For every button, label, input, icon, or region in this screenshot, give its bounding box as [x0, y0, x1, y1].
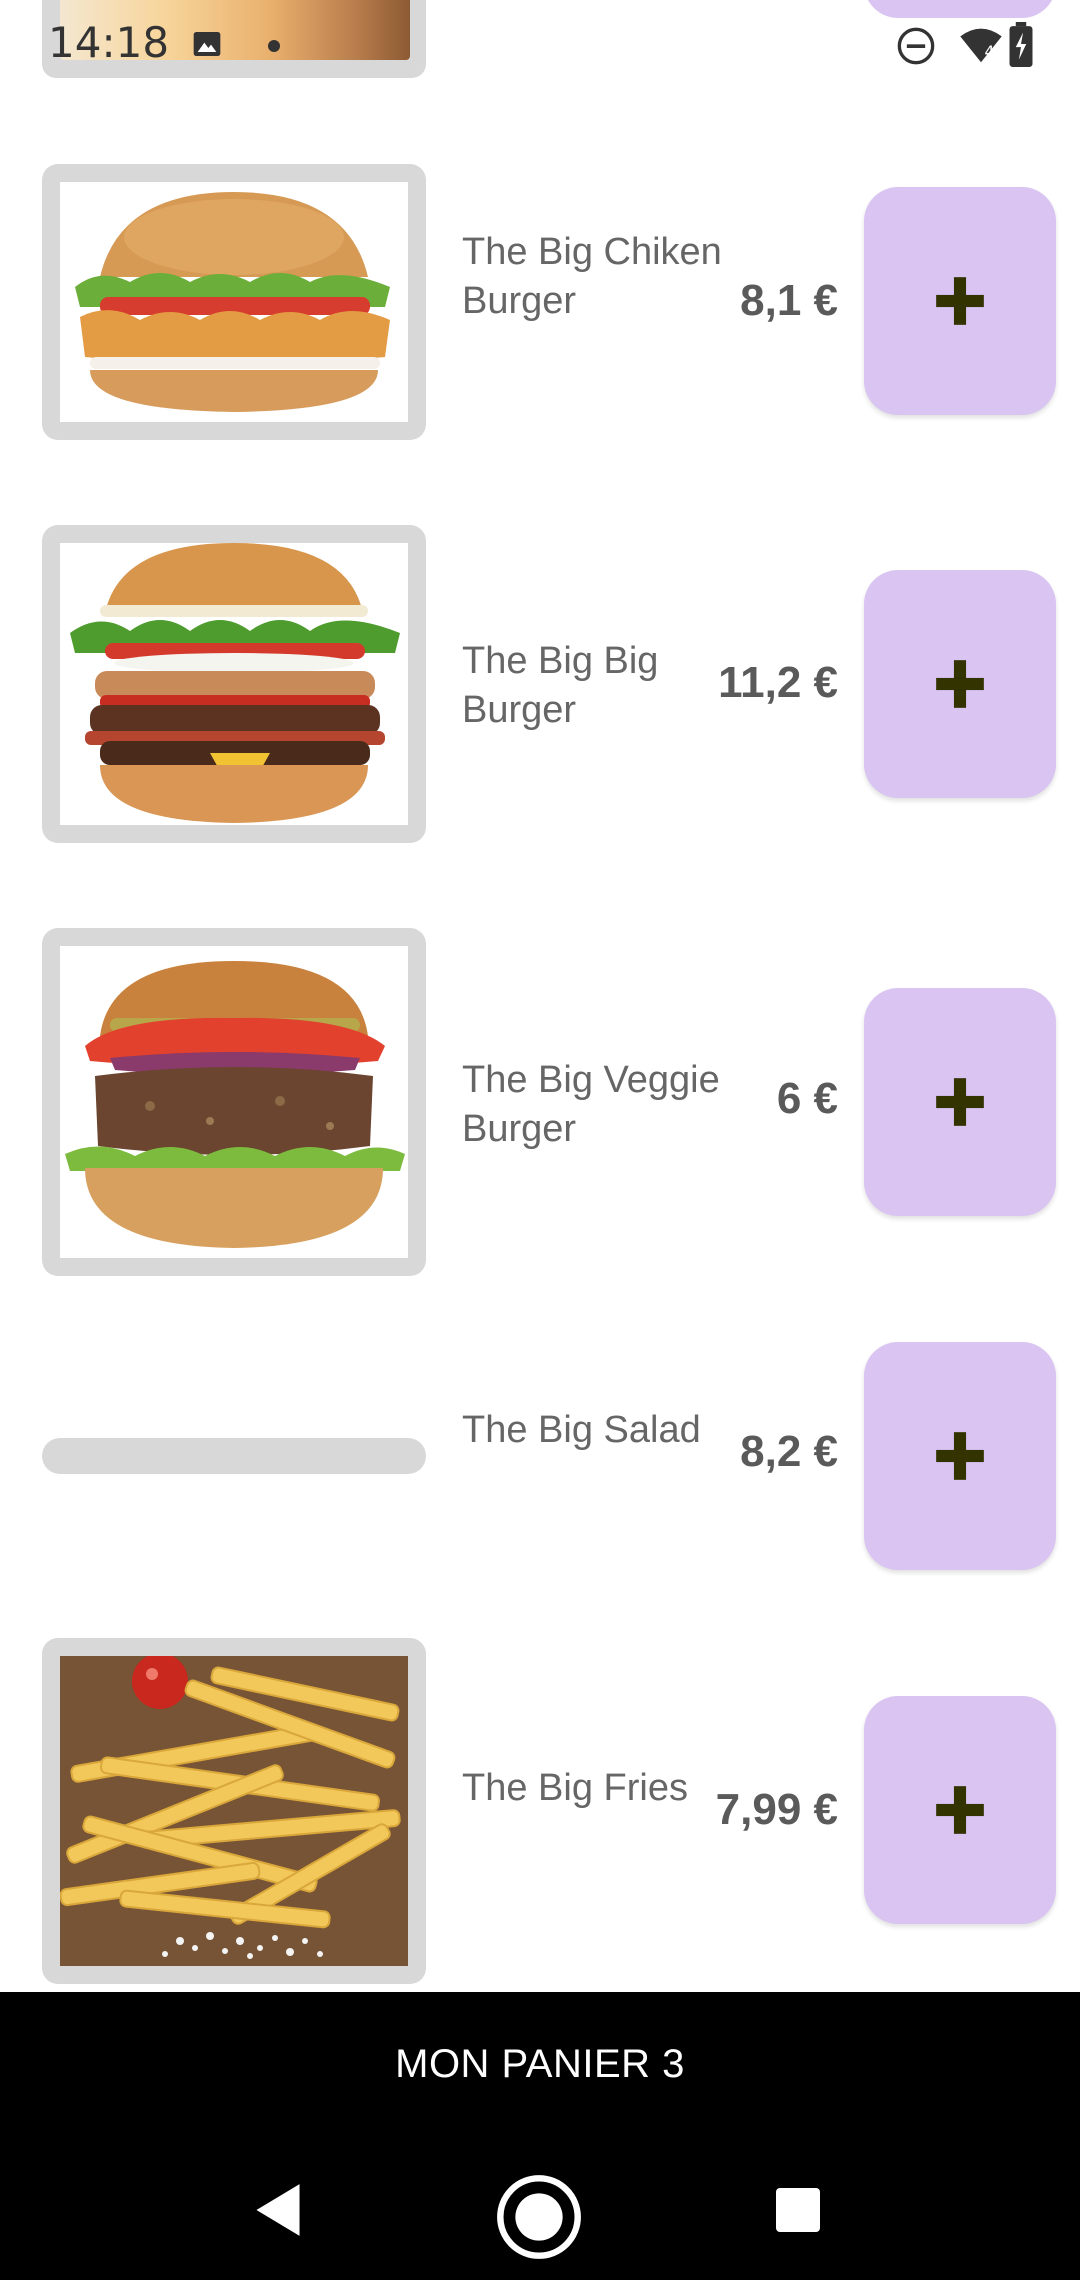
battery-icon: [1009, 22, 1033, 67]
menu-screen: 14:18 4 The Big Chiken Burger 8,1 € The …: [0, 0, 1080, 2280]
add-to-cart-button[interactable]: [864, 570, 1056, 798]
plus-icon: [936, 1786, 984, 1834]
svg-text:4: 4: [984, 43, 994, 61]
add-to-cart-button[interactable]: [864, 988, 1056, 1216]
product-price: 8,2 €: [740, 1427, 838, 1476]
product-image: [42, 525, 426, 843]
product-name: The Big Salad: [462, 1409, 701, 1451]
add-to-cart-button[interactable]: [864, 1696, 1056, 1924]
status-time: 14:18: [48, 18, 170, 67]
plus-icon: [936, 277, 984, 325]
product-price: 7,99 €: [715, 1785, 838, 1834]
status-bar: 14:18 4: [0, 0, 1080, 72]
product-image: [42, 1638, 426, 1984]
product-row: The Big Fries 7,99 €: [0, 1638, 1080, 1984]
product-row: The Big Big Burger 11,2 €: [0, 525, 1080, 843]
product-image: [42, 928, 426, 1276]
back-icon[interactable]: [252, 2182, 304, 2238]
chicken-burger-image: [60, 182, 408, 422]
plus-icon: [936, 660, 984, 708]
fries-image: [60, 1656, 408, 1966]
product-row: The Big Salad 8,2 €: [0, 1342, 1080, 1570]
big-burger-image: [60, 543, 408, 825]
product-name: The Big Veggie Burger: [462, 1059, 720, 1150]
add-to-cart-button[interactable]: [864, 1342, 1056, 1570]
wifi-icon: 4: [960, 28, 1002, 63]
do-not-disturb-icon: [897, 27, 935, 65]
cart-label: MON PANIER 3: [395, 2041, 685, 2086]
cart-button[interactable]: MON PANIER 3: [0, 1992, 1080, 2136]
system-nav-bar: [0, 2136, 1080, 2280]
product-name: The Big Fries: [462, 1767, 688, 1809]
product-name: The Big Big Burger: [462, 640, 659, 731]
product-price: 6 €: [776, 1074, 838, 1123]
product-row: The Big Chiken Burger 8,1 €: [0, 164, 1080, 440]
product-price: 8,1 €: [740, 276, 838, 325]
product-image: [42, 164, 426, 440]
gallery-icon: [193, 32, 221, 56]
home-icon[interactable]: [496, 2174, 582, 2260]
add-to-cart-button[interactable]: [864, 187, 1056, 415]
product-image-placeholder: [42, 1438, 426, 1474]
plus-icon: [936, 1432, 984, 1480]
plus-icon: [936, 1078, 984, 1126]
dot-icon: [268, 40, 280, 52]
product-row: The Big Veggie Burger 6 €: [0, 928, 1080, 1276]
product-name: The Big Chiken Burger: [462, 231, 722, 322]
veggie-burger-image: [60, 946, 408, 1258]
recents-icon[interactable]: [774, 2186, 822, 2234]
product-price: 11,2 €: [718, 658, 838, 707]
